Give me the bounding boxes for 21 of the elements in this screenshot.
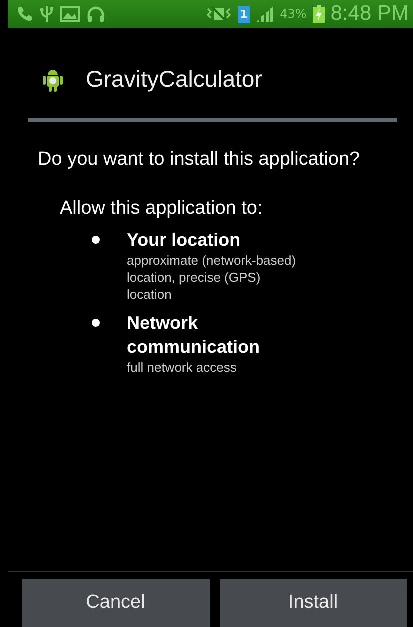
bullet-icon — [92, 319, 100, 327]
battery-charging-icon — [312, 5, 325, 23]
permission-title: Your location — [127, 229, 242, 252]
clock-time: 8:48 PM — [330, 2, 409, 26]
image-icon — [60, 5, 80, 23]
permission-title: Network communication — [127, 312, 262, 359]
sim-card-icon: 1 — [238, 6, 250, 22]
cancel-button[interactable]: Cancel — [22, 579, 210, 627]
signal-icon — [256, 5, 274, 23]
vibrate-mute-icon — [206, 6, 232, 22]
permission-detail: full network access — [127, 359, 238, 376]
permission-detail: approximate (network-based) location, precise (GPS) location — [127, 252, 298, 303]
permissions-heading: Allow this application to: — [60, 198, 264, 220]
headphones-icon — [86, 5, 106, 23]
battery-percent: 43% — [280, 7, 307, 21]
app-name: GravityCalculator — [86, 66, 262, 92]
install-question: Do you want to install this application? — [38, 148, 362, 172]
usb-icon — [40, 5, 54, 23]
phone-icon — [16, 5, 34, 23]
bullet-icon — [92, 236, 100, 244]
install-button[interactable]: Install — [220, 579, 407, 627]
